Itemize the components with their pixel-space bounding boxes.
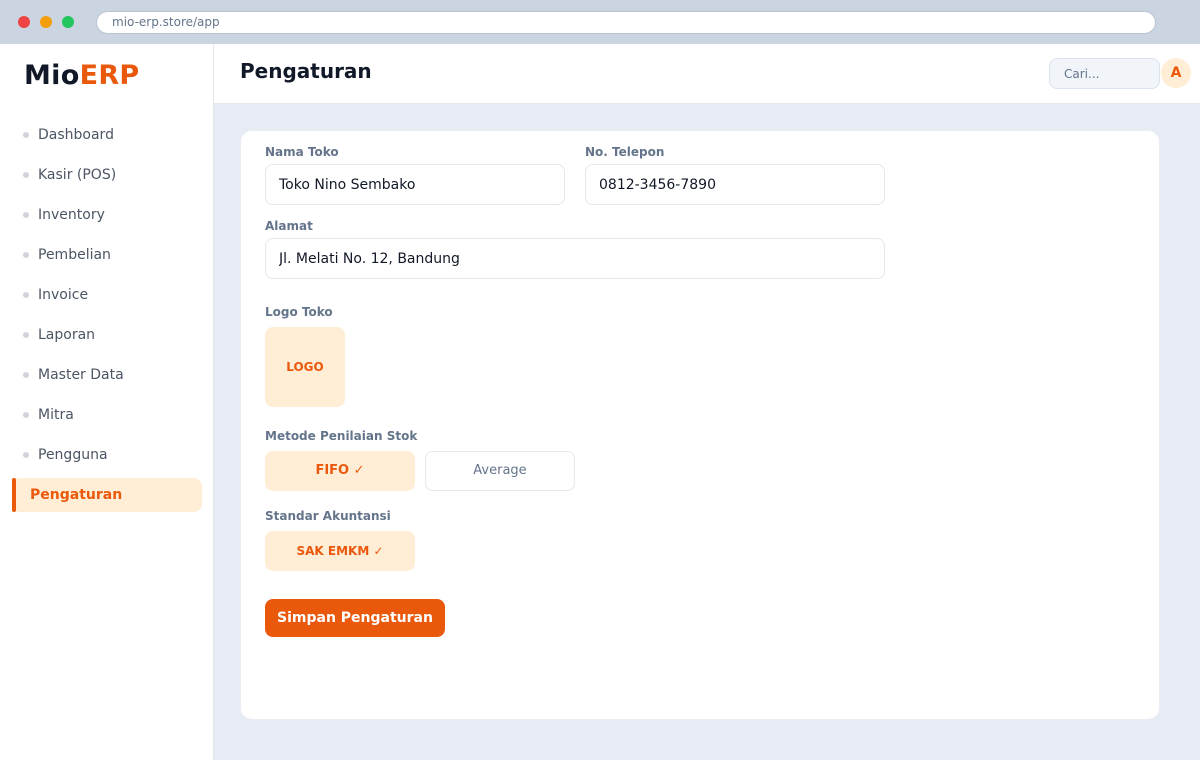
sidebar-item-label: Mitra [38,407,74,423]
sidebar-item-label: Pembelian [38,247,111,263]
sidebar-item-kasir-pos[interactable]: Kasir (POS) [12,158,202,192]
sidebar-item-mitra[interactable]: Mitra [12,398,202,432]
sidebar-item-label: Inventory [38,207,105,223]
logo-label: Logo Toko [265,305,333,319]
settings-card: Nama Toko No. Telepon Alamat Logo Toko L… [240,130,1160,720]
phone-label: No. Telepon [585,145,665,159]
bullet-icon [23,252,29,258]
logo-upload[interactable]: LOGO [265,327,345,407]
sidebar-item-pengguna[interactable]: Pengguna [12,438,202,472]
valuation-label: Metode Penilaian Stok [265,429,418,443]
sidebar-item-dashboard[interactable]: Dashboard [12,118,202,152]
bullet-icon [23,292,29,298]
top-header: Pengaturan A [214,44,1200,104]
accounting-option-sak-emkm[interactable]: SAK EMKM ✓ [265,531,415,571]
bullet-icon [23,372,29,378]
sidebar-item-label: Pengguna [38,447,108,463]
sidebar-item-laporan[interactable]: Laporan [12,318,202,352]
save-settings-button[interactable]: Simpan Pengaturan [265,599,445,637]
bullet-icon [23,132,29,138]
search-input[interactable] [1049,58,1160,89]
store-name-label: Nama Toko [265,145,339,159]
phone-field[interactable] [585,164,885,205]
sidebar-item-label: Pengaturan [30,487,123,503]
window-minimize-dot[interactable] [40,16,52,28]
bullet-icon [23,172,29,178]
browser-chrome: mio-erp.store/app [0,0,1200,44]
sidebar-item-master-data[interactable]: Master Data [12,358,202,392]
sidebar-item-pembelian[interactable]: Pembelian [12,238,202,272]
sidebar-item-label: Invoice [38,287,89,303]
sidebar-item-inventory[interactable]: Inventory [12,198,202,232]
sidebar-item-label: Kasir (POS) [38,167,117,183]
brand-name-part1: Mio [24,60,80,91]
active-indicator [12,478,16,512]
sidebar-item-label: Master Data [38,367,124,383]
sidebar-item-label: Laporan [38,327,96,343]
brand-name-part2: ERP [79,60,140,91]
sidebar: MioERP Dashboard Kasir (POS) Inventory P… [0,44,214,760]
valuation-option-average[interactable]: Average [425,451,575,491]
bullet-icon [23,212,29,218]
bullet-icon [23,412,29,418]
page-title: Pengaturan [240,59,372,83]
address-bar[interactable]: mio-erp.store/app [96,11,1156,34]
accounting-label: Standar Akuntansi [265,509,391,523]
brand-logo[interactable]: MioERP [24,60,140,91]
store-name-field[interactable] [265,164,565,205]
window-close-dot[interactable] [18,16,30,28]
valuation-option-fifo[interactable]: FIFO ✓ [265,451,415,491]
sidebar-item-invoice[interactable]: Invoice [12,278,202,312]
bullet-icon [23,332,29,338]
bullet-icon [23,452,29,458]
sidebar-item-label: Dashboard [38,127,114,143]
address-label: Alamat [265,219,313,233]
sidebar-item-pengaturan[interactable]: Pengaturan [12,478,202,512]
window-maximize-dot[interactable] [62,16,74,28]
address-field[interactable] [265,238,885,279]
avatar[interactable]: A [1161,58,1191,88]
